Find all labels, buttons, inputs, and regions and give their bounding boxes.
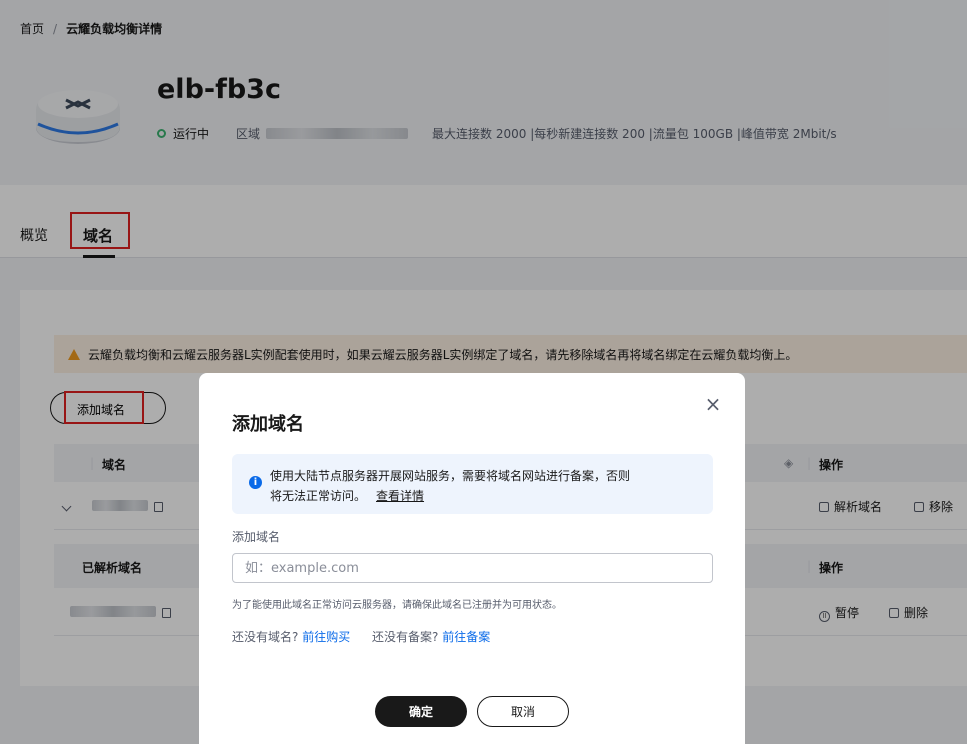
domain-field-label: 添加域名 bbox=[232, 530, 281, 544]
buy-domain-link[interactable]: 前往购买 bbox=[302, 630, 350, 644]
info-text-line2: 将无法正常访问。 查看详情 bbox=[270, 489, 425, 503]
info-text-line1: 使用大陆节点服务器开展网站服务，需要将域名网站进行备案，否则 bbox=[270, 469, 631, 483]
confirm-button[interactable]: 确定 bbox=[375, 696, 467, 727]
help-links: 还没有域名? 前往购买 还没有备案? 前往备案 bbox=[232, 628, 490, 645]
domain-hint: 为了能使用此域名正常访问云服务器，请确保此域名已注册并为可用状态。 bbox=[232, 600, 562, 611]
no-domain-text: 还没有域名? bbox=[232, 630, 299, 644]
filing-link[interactable]: 前往备案 bbox=[442, 630, 490, 644]
info-icon: i bbox=[249, 476, 262, 489]
add-domain-dialog: 添加域名 × i 使用大陆节点服务器开展网站服务，需要将域名网站进行备案，否则 … bbox=[199, 373, 745, 744]
no-filing-text: 还没有备案? bbox=[372, 630, 439, 644]
page: 首页 / 云耀负载均衡详情 elb-fb3c 运行中 区域 最大连接数 2000 |… bbox=[0, 0, 967, 744]
dialog-title: 添加域名 bbox=[232, 414, 304, 435]
close-icon[interactable]: × bbox=[704, 394, 722, 414]
info-banner: i 使用大陆节点服务器开展网站服务，需要将域名网站进行备案，否则 将无法正常访问… bbox=[232, 454, 713, 514]
domain-input[interactable] bbox=[232, 553, 713, 583]
cancel-button[interactable]: 取消 bbox=[477, 696, 569, 727]
view-details-link[interactable]: 查看详情 bbox=[376, 489, 424, 503]
